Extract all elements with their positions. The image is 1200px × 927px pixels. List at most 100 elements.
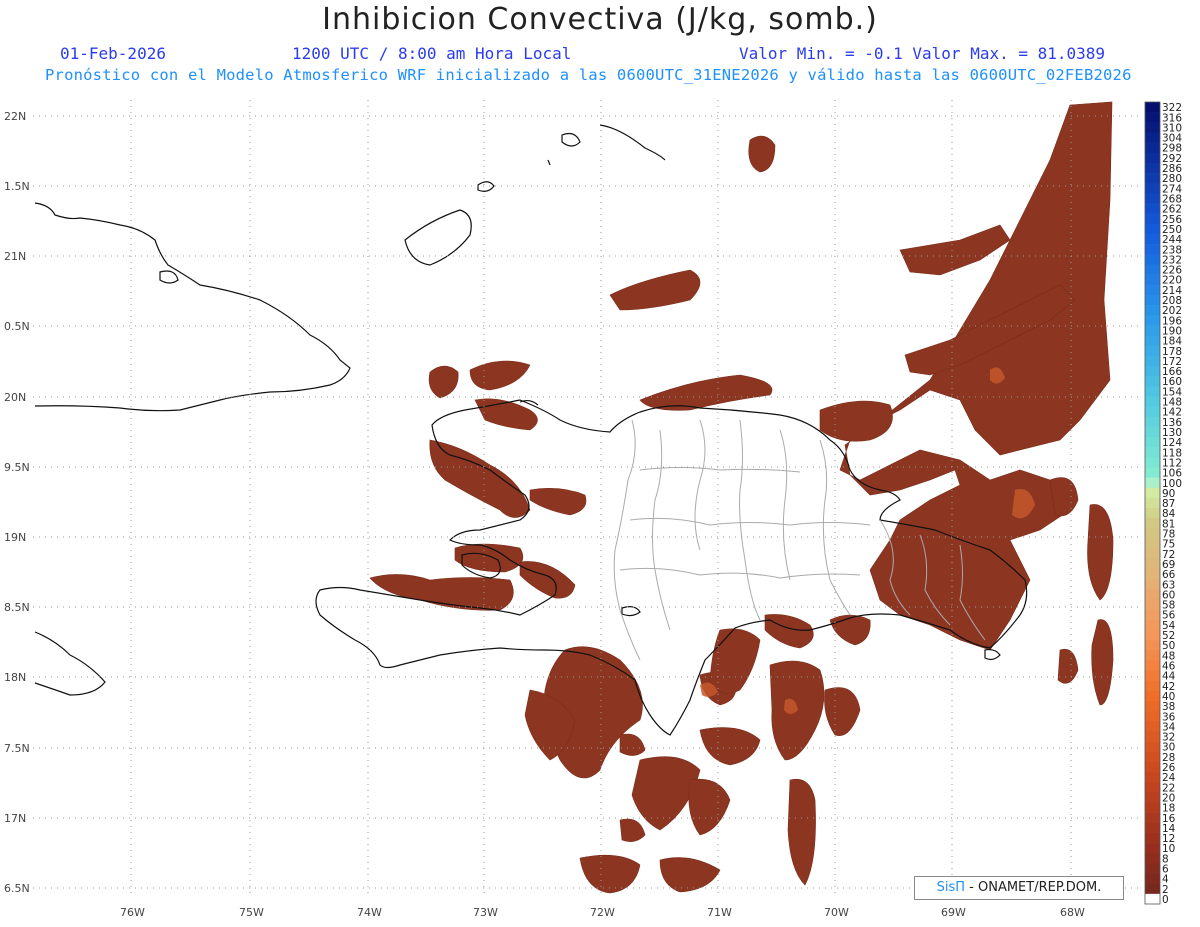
colorbar-swatch [1145,660,1160,671]
colorbar-swatch [1145,558,1160,570]
colorbar-swatch [1145,213,1160,225]
colorbar-swatch [1145,640,1160,651]
colorbar-swatch [1145,112,1160,123]
colorbar-swatch [1145,619,1160,631]
colorbar-swatch [1145,335,1160,346]
colorbar-swatch [1145,731,1160,742]
colorbar-swatch [1145,244,1160,255]
colorbar-swatch [1145,203,1160,214]
colorbar-swatch [1145,599,1160,610]
colorbar-swatch [1145,416,1160,428]
lon-label: 68W [1060,906,1085,919]
colorbar-swatch [1145,254,1160,265]
colorbar-swatch [1145,700,1160,712]
lat-label: 6.5N [4,882,30,895]
colorbar-swatch [1145,386,1160,397]
colorbar-swatch [1145,183,1160,194]
colorbar-swatch [1145,518,1160,529]
lat-axis: 22N 1.5N 21N 0.5N 20N 9.5N 19N 8.5N 18N … [4,110,30,895]
lat-label: 20N [4,391,26,404]
colorbar-swatch [1145,274,1160,286]
colorbar-swatch [1145,711,1160,722]
colorbar-swatch [1145,233,1160,245]
colorbar-swatch [1145,538,1160,549]
colorbar-swatch [1145,264,1160,275]
colorbar-swatch [1145,690,1160,702]
colorbar-swatch [1145,853,1160,864]
forecast-date: 01-Feb-2026 [60,44,166,63]
lon-label: 72W [590,906,615,919]
lat-label: 19N [4,531,26,544]
colorbar-swatch [1145,162,1160,174]
colorbar-swatch [1145,741,1160,753]
colorbar-swatch [1145,609,1160,621]
colorbar-swatch [1145,863,1160,874]
colorbar-swatch [1145,680,1160,692]
colorbar-swatch [1145,376,1160,387]
colorbar-swatch [1145,893,1160,905]
colorbar: 3223163103042982922862802742682622562502… [1144,101,1182,906]
colorbar-swatch [1145,122,1160,133]
colorbar-swatch [1145,761,1160,773]
lon-label: 74W [357,906,382,919]
map-title: Inhibicion Convectiva (J/kg, somb.) [322,2,878,37]
colorbar-swatch [1145,528,1160,539]
forecast-time: 1200 UTC / 8:00 am Hora Local [292,44,572,63]
colorbar-swatch [1145,812,1160,824]
colorbar-swatch [1145,193,1160,204]
colorbar-swatch [1145,315,1160,326]
lat-label: 7.5N [4,742,30,755]
colorbar-swatch [1145,345,1160,357]
colorbar-swatch [1145,467,1160,478]
lon-label: 70W [824,906,849,919]
colorbar-swatch [1145,426,1160,438]
colorbar-swatch [1145,305,1160,316]
lat-label: 18N [4,671,26,684]
colorbar-swatch [1145,782,1160,793]
lat-label: 21N [4,250,26,263]
colorbar-swatch [1145,579,1160,590]
colorbar-swatch [1145,142,1160,154]
colorbar-swatch [1145,548,1160,560]
colorbar-swatch [1145,325,1160,336]
credit-brand: SisΠ [936,880,966,895]
lat-label: 22N [4,110,26,123]
colorbar-label: 0 [1162,894,1169,906]
colorbar-swatch [1145,883,1160,895]
credit-box: SisΠ - ONAMET/REP.DOM. [914,876,1124,900]
lon-label: 69W [941,906,966,919]
colorbar-swatch [1145,721,1160,732]
credit-text: - ONAMET/REP.DOM. [965,880,1102,895]
colorbar-swatch [1145,508,1160,519]
colorbar-swatch [1145,437,1160,448]
colorbar-swatch [1145,629,1160,641]
colorbar-swatch [1145,152,1160,164]
min-max-values: Valor Min. = -0.1 Valor Max. = 81.0389 [739,44,1106,63]
colorbar-swatch [1145,284,1160,296]
header-info-line: 01-Feb-2026 1200 UTC / 8:00 am Hora Loca… [0,44,1200,64]
colorbar-swatch [1145,843,1160,854]
lat-label: 0.5N [4,320,30,333]
colorbar-swatch [1145,650,1160,661]
colorbar-swatch [1145,802,1160,813]
lon-label: 71W [707,906,732,919]
lat-label: 17N [4,812,26,825]
lon-axis: 76W 75W 74W 73W 72W 71W 70W 69W 68W [120,906,1085,919]
colorbar-swatch [1145,132,1160,143]
colorbar-swatch [1145,294,1160,306]
model-subtitle: Pronóstico con el Modelo Atmosferico WRF… [45,66,1132,84]
lat-label: 9.5N [4,461,30,474]
colorbar-swatch [1145,832,1160,844]
colorbar-swatch [1145,792,1160,803]
colorbar-swatch [1145,457,1160,468]
colorbar-swatch [1145,223,1160,235]
colorbar-swatch [1145,173,1160,184]
colorbar-swatch [1145,487,1160,499]
lat-label: 8.5N [4,601,30,614]
lon-label: 75W [239,906,264,919]
map-canvas: 22N 1.5N 21N 0.5N 20N 9.5N 19N 8.5N 18N … [4,100,1182,919]
colorbar-swatch [1145,751,1160,763]
lon-label: 73W [473,906,498,919]
colorbar-swatch [1145,102,1160,113]
colorbar-swatch [1145,497,1160,509]
